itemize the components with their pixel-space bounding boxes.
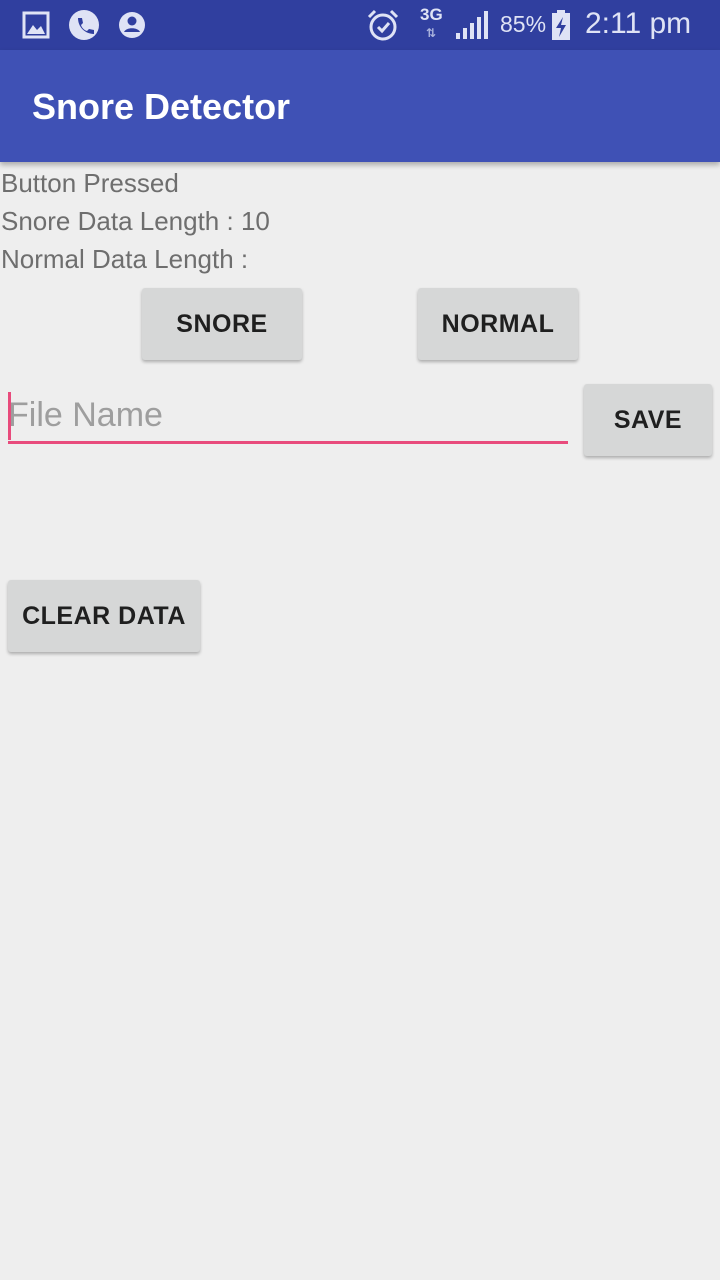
app-title: Snore Detector	[32, 86, 291, 127]
snore-button[interactable]: SNORE	[142, 288, 302, 360]
phone-icon	[68, 9, 100, 41]
signal-icon	[454, 9, 490, 41]
file-name-input[interactable]	[8, 390, 568, 444]
button-pressed-label: Button Pressed	[1, 168, 179, 198]
text-cursor	[8, 392, 11, 440]
snore-data-length: Snore Data Length : 10	[1, 206, 270, 236]
save-button[interactable]: SAVE	[584, 384, 712, 456]
battery-percent: 85%	[500, 11, 547, 37]
battery-charging-icon	[551, 9, 571, 41]
normal-data-length: Normal Data Length :	[1, 244, 249, 274]
clock: 2:11 pm	[585, 7, 692, 40]
network-type: 3G ⇅	[420, 5, 443, 41]
gallery-icon	[22, 9, 50, 41]
clear-data-button[interactable]: CLEAR DATA	[8, 580, 200, 652]
alarm-icon	[366, 9, 400, 41]
account-icon	[118, 9, 146, 41]
normal-button[interactable]: NORMAL	[418, 288, 578, 360]
status-bar: 3G ⇅ 85% 2:11 pm	[0, 0, 720, 50]
app-bar: Snore Detector	[0, 50, 720, 162]
